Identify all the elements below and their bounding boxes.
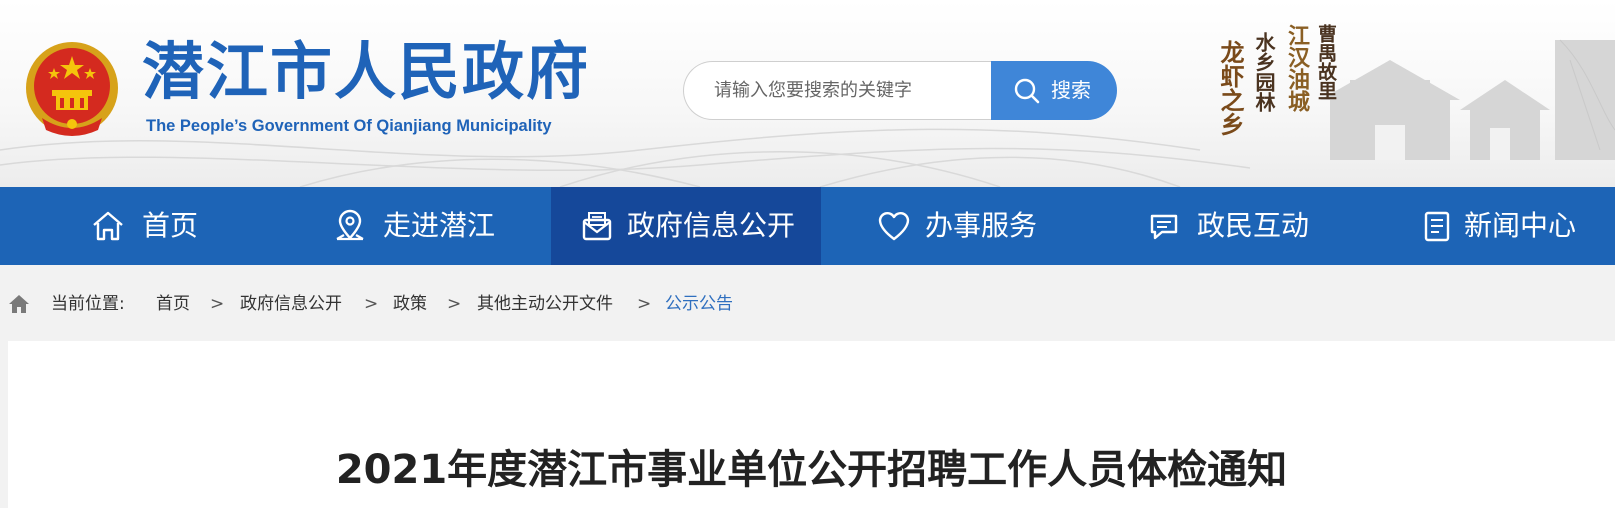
- search-box: [683, 61, 1003, 120]
- nav-label-services: 办事服务: [925, 209, 1038, 242]
- breadcrumb: 当前位置: 首页 > 政府信息公开 > 政策 > 其他主动公开文件 > 公示公告: [0, 265, 1615, 341]
- nav-item-services[interactable]: 办事服务: [821, 187, 1091, 265]
- breadcrumb-other-files[interactable]: 其他主动公开文件: [477, 292, 613, 316]
- article-container: 2021年度潜江市事业单位公开招聘工作人员体检通知: [8, 341, 1615, 508]
- nav-label-news: 新闻中心: [1464, 209, 1577, 242]
- nav-item-interaction[interactable]: 政民互动: [1091, 187, 1359, 265]
- mail-icon: [582, 212, 612, 241]
- slogan-2: 水乡园林: [1252, 32, 1276, 112]
- search-button-label: 搜索: [1051, 78, 1091, 102]
- slogan-1: 龙虾之乡: [1216, 40, 1245, 136]
- breadcrumb-policy[interactable]: 政策: [393, 292, 427, 316]
- nav-item-home[interactable]: 首页: [0, 187, 280, 265]
- breadcrumb-prefix: 当前位置:: [51, 294, 125, 314]
- breadcrumb-gov-info[interactable]: 政府信息公开: [240, 292, 342, 316]
- heart-icon: [878, 212, 910, 241]
- site-title: 潜江市人民政府: [142, 35, 591, 108]
- nav-item-about[interactable]: 走进潜江: [280, 187, 551, 265]
- home-icon: [93, 211, 123, 241]
- national-emblem-icon: [26, 42, 118, 136]
- search-input[interactable]: [714, 62, 994, 119]
- location-icon: [336, 209, 364, 241]
- site-header: 潜江市人民政府 The People’s Government Of Qianj…: [0, 0, 1615, 187]
- nav-item-news[interactable]: 新闻中心: [1359, 187, 1615, 265]
- breadcrumb-separator: >: [637, 294, 652, 314]
- nav-label-home: 首页: [142, 209, 199, 242]
- chat-icon: [1150, 214, 1178, 240]
- nav-label-interaction: 政民互动: [1197, 209, 1310, 242]
- slogan-4: 曹禺故里: [1315, 24, 1337, 100]
- news-icon: [1424, 211, 1450, 242]
- search-icon: [1014, 78, 1040, 104]
- city-slogans: 龙虾之乡 水乡园林 江汉油城 曹禺故里: [1212, 10, 1342, 160]
- breadcrumb-current[interactable]: 公示公告: [665, 292, 733, 316]
- breadcrumb-separator: >: [364, 294, 379, 314]
- breadcrumb-separator: >: [210, 294, 225, 314]
- home-icon: [9, 295, 29, 313]
- site-subtitle: The People’s Government Of Qianjiang Mun…: [146, 117, 552, 135]
- search-button[interactable]: 搜索: [991, 61, 1117, 120]
- breadcrumb-separator: >: [447, 294, 462, 314]
- nav-label-gov-info: 政府信息公开: [627, 209, 796, 242]
- slogan-3: 江汉油城: [1284, 24, 1310, 112]
- main-nav: 首页 走进潜江 政府信息公开 办事服务 政民互动 新闻中心: [0, 187, 1615, 265]
- nav-item-gov-info[interactable]: 政府信息公开: [551, 187, 821, 265]
- article-title: 2021年度潜江市事业单位公开招聘工作人员体检通知: [335, 447, 1288, 493]
- breadcrumb-home[interactable]: 首页: [156, 292, 190, 316]
- nav-label-about: 走进潜江: [383, 209, 496, 242]
